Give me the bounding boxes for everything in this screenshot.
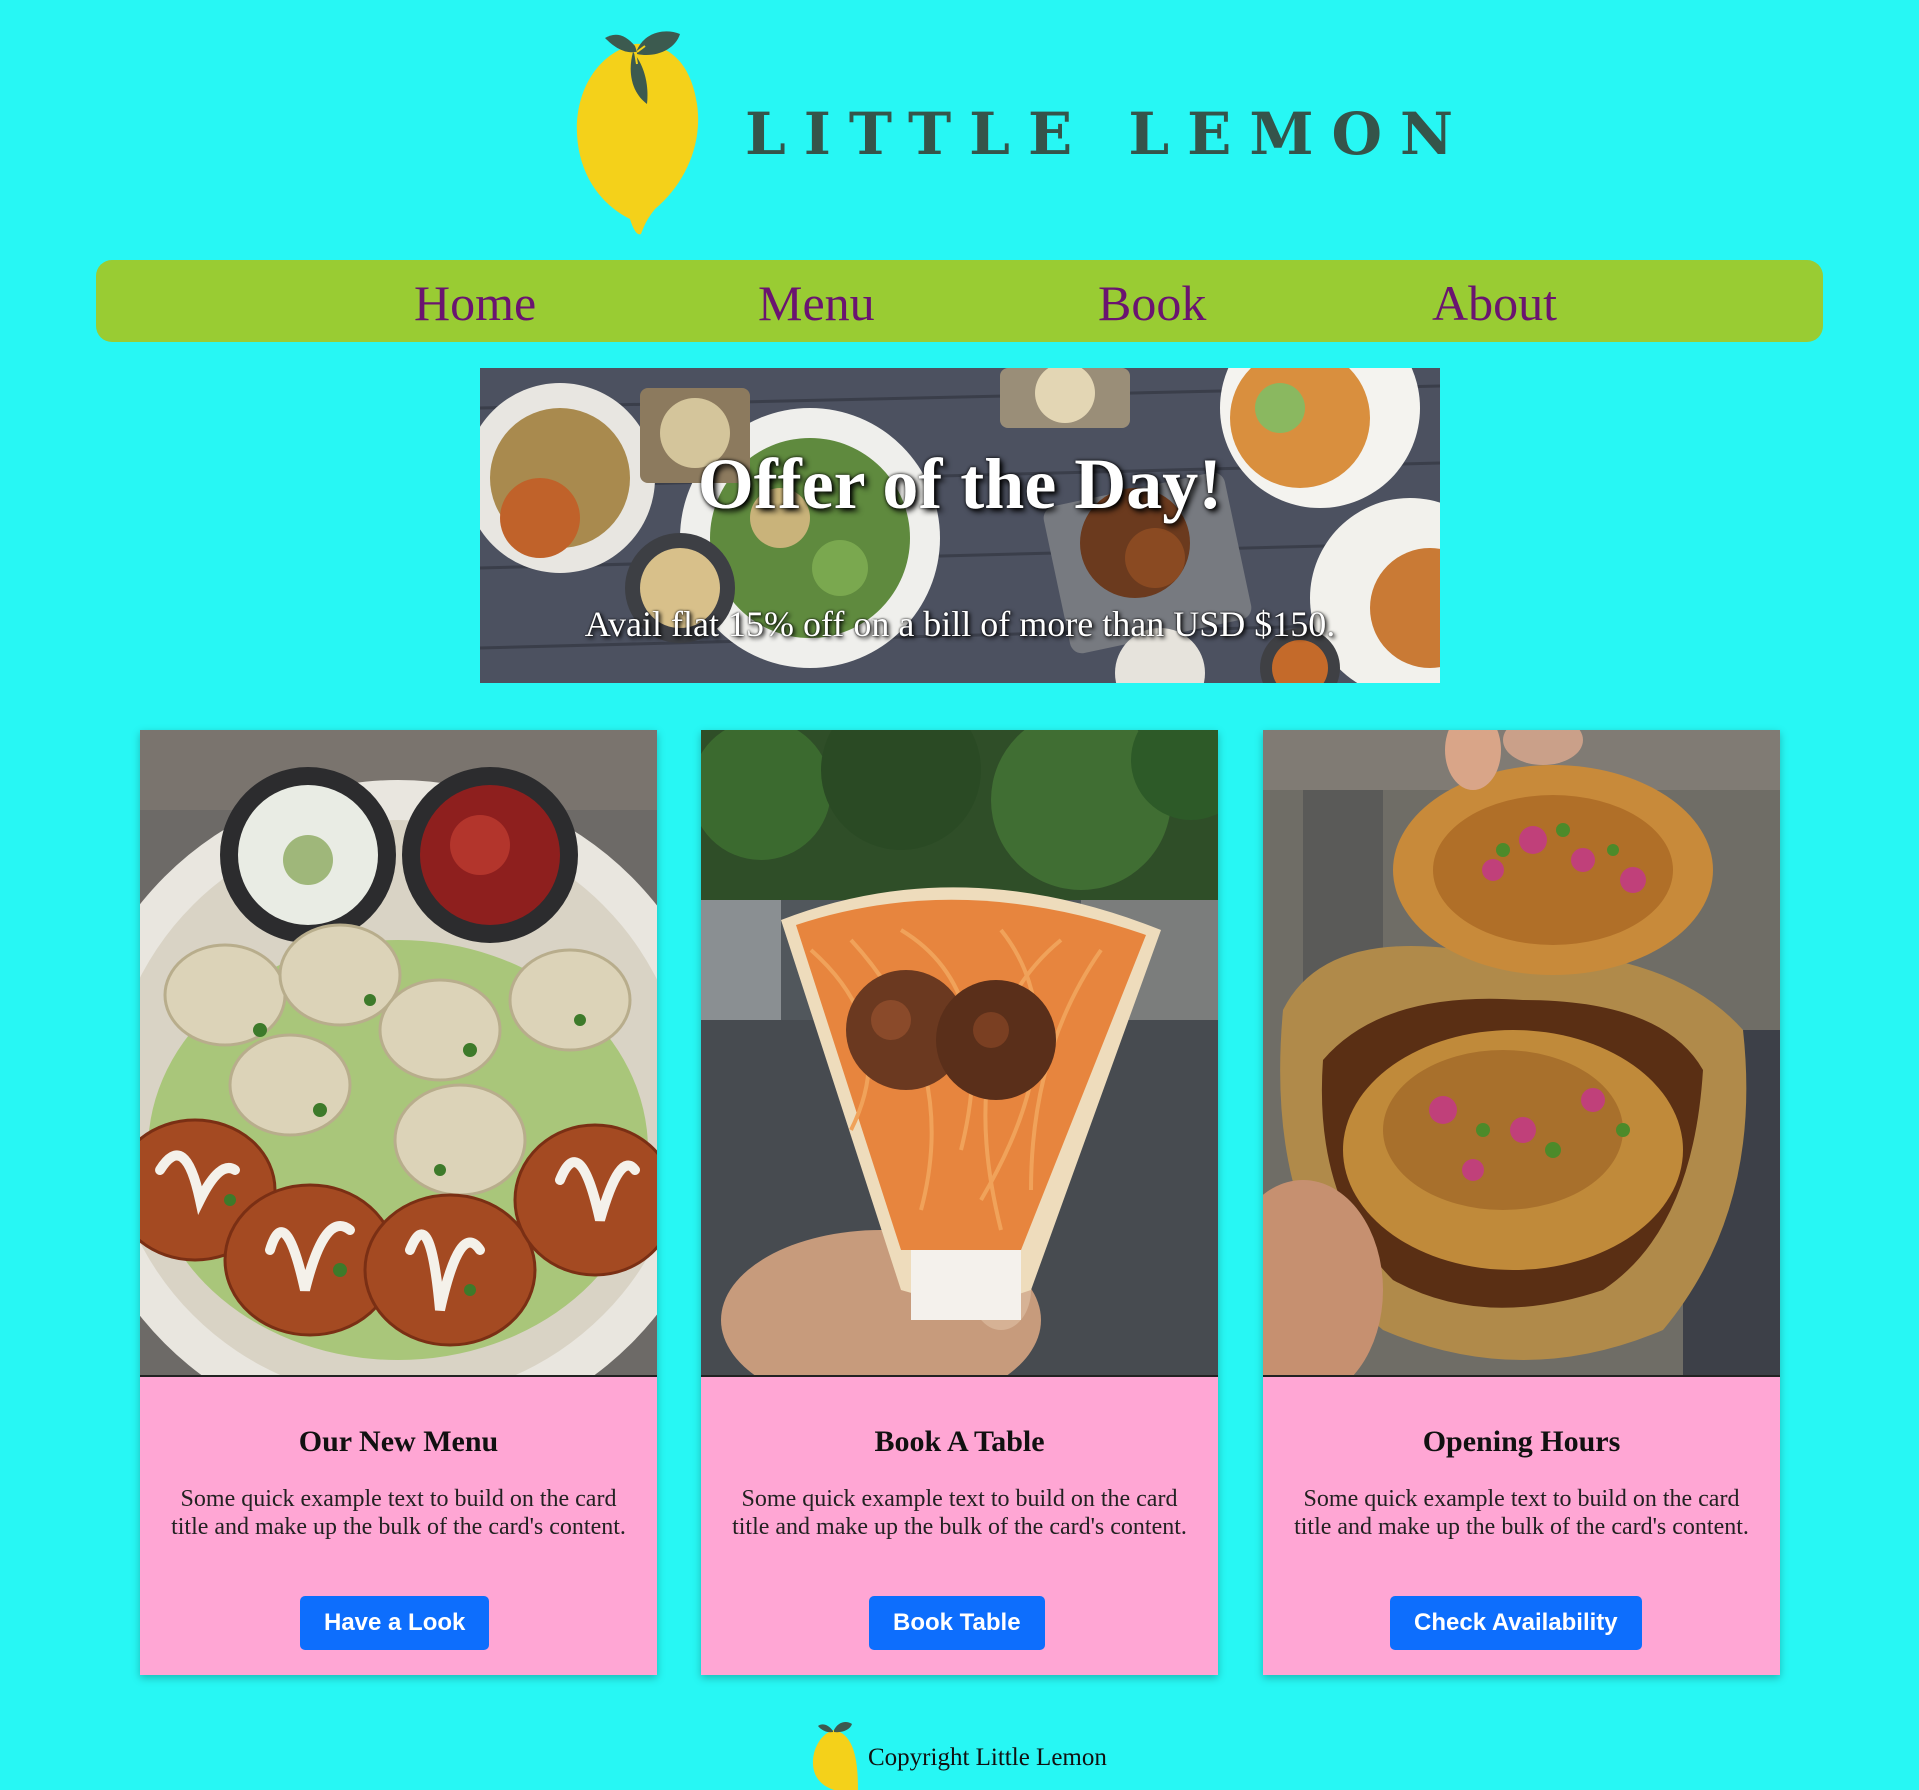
card-text: Some quick example text to build on the …: [1294, 1486, 1749, 1540]
card-title: Book A Table: [874, 1425, 1045, 1458]
book-table-button[interactable]: Book Table: [869, 1596, 1045, 1650]
site-header: LITTLE LEMON: [0, 0, 1919, 250]
card-our-new-menu: Our New Menu Some quick example text to …: [140, 730, 657, 1675]
lemon-icon: [812, 1722, 858, 1790]
card-book-a-table: Book A Table Some quick example text to …: [701, 730, 1218, 1675]
check-availability-button[interactable]: Check Availability: [1390, 1596, 1642, 1650]
card-text: Some quick example text to build on the …: [732, 1486, 1187, 1540]
card-opening-hours: Opening Hours Some quick example text to…: [1263, 730, 1780, 1675]
card-text: Some quick example text to build on the …: [171, 1486, 626, 1540]
nav-item-home[interactable]: Home: [414, 274, 536, 332]
nav-item-menu[interactable]: Menu: [758, 274, 875, 332]
offer-banner: Offer of the Day! Avail flat 15% off on …: [480, 368, 1440, 683]
main-nav: Home Menu Book About: [96, 260, 1823, 342]
offer-subtitle: Avail flat 15% off on a bill of more tha…: [584, 604, 1336, 644]
card-title: Opening Hours: [1422, 1425, 1621, 1458]
nav-item-about[interactable]: About: [1432, 274, 1557, 332]
brand-name: LITTLE LEMON: [745, 100, 1472, 168]
chaat-bowl-photo: [1263, 730, 1780, 1377]
have-a-look-button[interactable]: Have a Look: [300, 1596, 490, 1650]
noodle-wrap-photo: [701, 730, 1218, 1377]
offer-title: Offer of the Day!: [697, 444, 1223, 524]
copyright-text: Copyright Little Lemon: [868, 1744, 1107, 1771]
momos-plate-photo: [140, 730, 657, 1377]
lemon-logo-icon[interactable]: [575, 24, 705, 236]
card-title: Our New Menu: [298, 1425, 499, 1458]
nav-item-book[interactable]: Book: [1098, 274, 1206, 332]
